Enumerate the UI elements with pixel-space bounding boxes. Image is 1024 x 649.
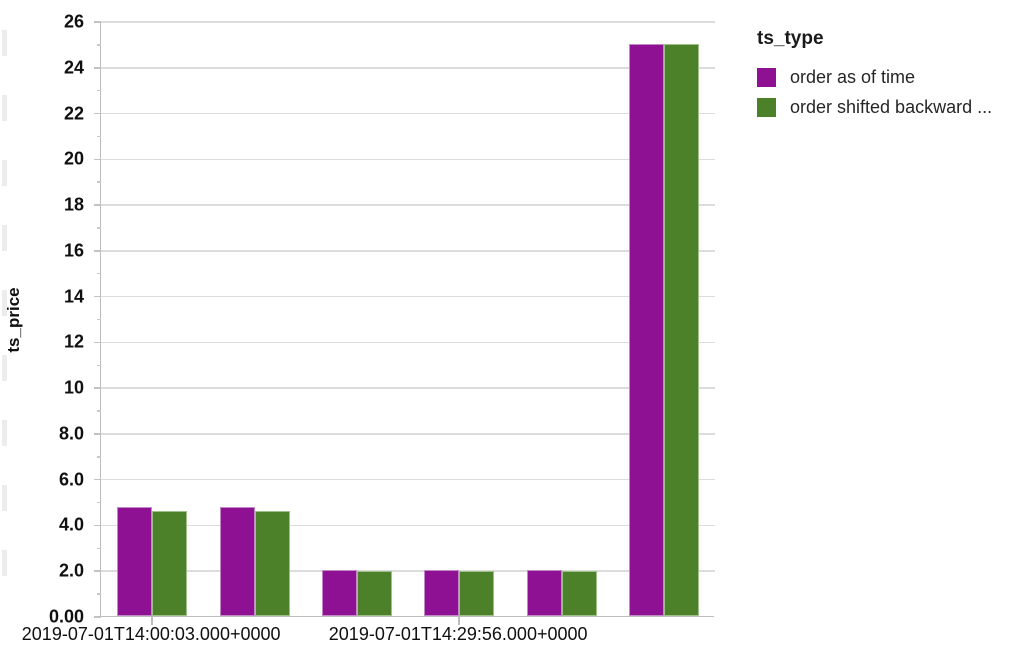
bar[interactable]	[321, 570, 357, 616]
y-axis-tick-label: 20	[63, 148, 84, 169]
y-axis-tick-label: 6.0	[58, 469, 84, 490]
bar[interactable]	[254, 510, 290, 616]
y-axis-tick-mark	[94, 478, 101, 481]
y-axis-tick-mark	[94, 250, 101, 252]
legend-item[interactable]: order shifted backward ...	[757, 94, 1019, 121]
y-axis-minor-tick-mark	[97, 456, 101, 458]
y-axis-tick-mark	[94, 387, 101, 389]
y-axis-tick-label: 14	[63, 286, 84, 307]
y-axis-tick-label: 12	[63, 331, 84, 352]
bar[interactable]	[219, 507, 255, 616]
y-axis-tick-mark	[94, 158, 101, 161]
gridline	[101, 67, 715, 69]
bar[interactable]	[526, 570, 562, 616]
y-axis-tick-mark	[94, 616, 101, 618]
legend-item-label: order as of time	[790, 67, 916, 87]
y-axis-minor-tick-mark	[97, 501, 101, 504]
y-axis-minor-tick-mark	[97, 135, 101, 138]
y-axis-minor-tick-mark	[97, 44, 101, 46]
legend-item-label: order shifted backward ...	[790, 97, 993, 117]
y-axis-tick-mark	[94, 67, 101, 69]
y-axis-minor-tick-mark	[97, 410, 101, 412]
y-axis-tick-mark	[94, 341, 101, 344]
y-axis-tick-label: 10	[63, 377, 84, 398]
x-axis-tick-labels: 2019-07-01T14:00:03.000+0000 2019-07-01T1…	[0, 624, 1024, 649]
y-axis-minor-tick-mark	[97, 227, 101, 229]
gridline	[101, 250, 715, 252]
y-axis-tick-label: 22	[63, 103, 84, 124]
y-axis-tick-label: 4.0	[58, 514, 84, 535]
gridline	[101, 387, 715, 389]
bar-chart-figure: ts_price 0.00 2.0 4.0 6.0 8.0 10 12 14 16 18 20 22 2…	[0, 0, 1024, 649]
bar[interactable]	[152, 510, 188, 616]
y-axis-tick-mark	[94, 112, 101, 115]
y-axis-minor-tick-mark	[97, 593, 101, 595]
bar[interactable]	[117, 507, 153, 616]
legend-swatch-green-icon	[757, 98, 776, 117]
y-axis-minor-tick-mark	[97, 272, 101, 275]
gridline	[101, 21, 715, 23]
y-axis-minor-tick-mark	[97, 364, 101, 367]
x-axis-tick-label: 2019-07-01T14:00:03.000+0000	[21, 624, 281, 644]
y-axis-minor-tick-mark	[97, 318, 101, 321]
y-axis-tick-label: 18	[63, 194, 84, 215]
y-axis-tick-mark	[94, 570, 101, 572]
y-axis-tick-label: 24	[63, 57, 84, 78]
bar[interactable]	[561, 571, 597, 616]
y-axis-tick-label: 8.0	[58, 423, 84, 444]
gridline	[101, 295, 715, 298]
y-axis-tick-label: 2.0	[58, 560, 84, 581]
bar[interactable]	[459, 571, 495, 616]
legend-title: ts_type	[757, 28, 824, 49]
bar[interactable]	[663, 43, 699, 616]
bar[interactable]	[628, 43, 664, 616]
plot-area	[94, 21, 715, 625]
legend: ts_type order as of time order shifted b…	[757, 28, 1019, 124]
gridline	[101, 158, 715, 161]
gridline	[101, 112, 715, 115]
x-axis-tick-label: 2019-07-01T14:29:56.000+0000	[328, 624, 588, 644]
gridline	[101, 204, 715, 206]
y-axis-tick-mark	[94, 204, 101, 206]
gridline	[101, 570, 715, 572]
gridline	[101, 524, 715, 527]
y-axis-minor-tick-mark	[97, 547, 101, 550]
legend-item[interactable]: order as of time	[757, 64, 1019, 91]
gridline	[101, 433, 715, 435]
y-axis-tick-label: 26	[63, 11, 84, 32]
bar[interactable]	[424, 570, 460, 616]
gridline	[101, 478, 715, 481]
gridline	[101, 341, 715, 344]
y-axis-tick-mark	[94, 21, 101, 23]
bar[interactable]	[356, 571, 392, 616]
y-axis-tick-mark	[94, 433, 101, 435]
y-axis-minor-tick-mark	[97, 89, 101, 92]
y-axis-tick-label: 16	[63, 240, 84, 261]
y-axis-tick-labels: 0.00 2.0 4.0 6.0 8.0 10 12 14 16 18 20 22 24 26	[0, 0, 92, 649]
y-axis-tick-mark	[94, 295, 101, 298]
legend-swatch-purple-icon	[757, 68, 776, 87]
y-axis-minor-tick-mark	[97, 181, 101, 183]
y-axis-tick-mark	[94, 524, 101, 527]
